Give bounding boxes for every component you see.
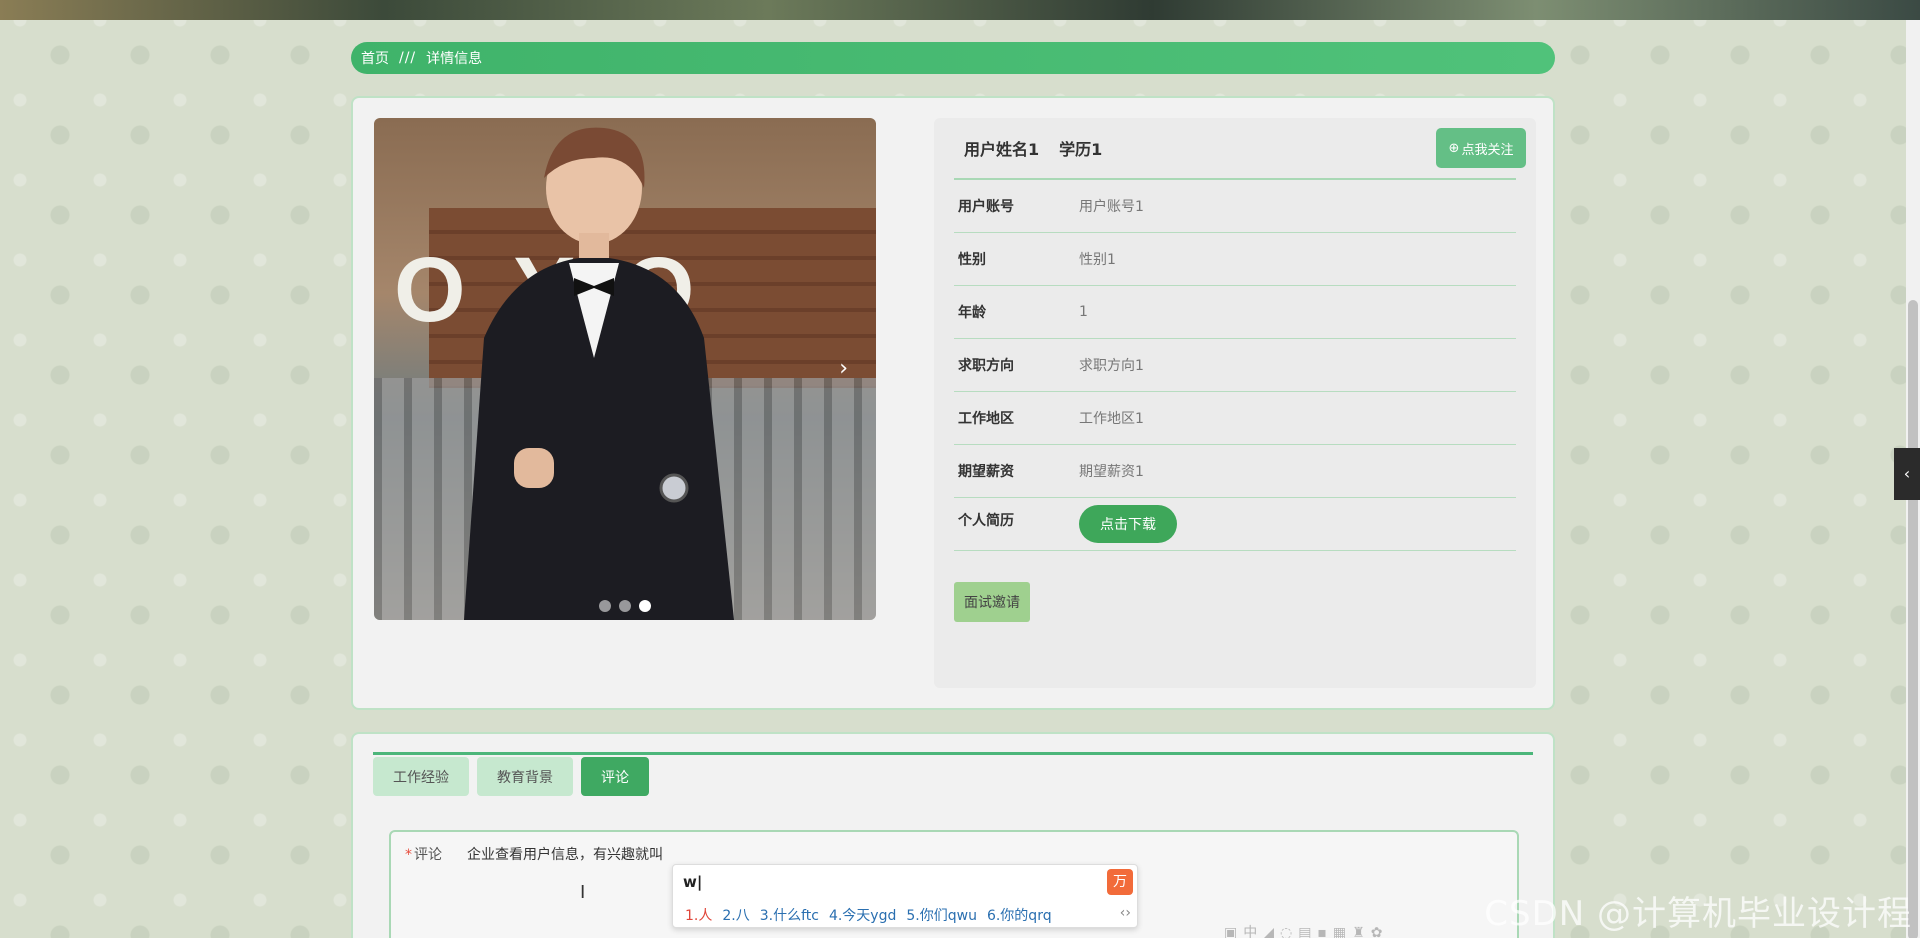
download-resume-button[interactable]: 点击下载 bbox=[1079, 505, 1177, 543]
ime-candidate[interactable]: 3.什么ftc bbox=[760, 905, 819, 925]
profile-photo bbox=[464, 127, 734, 620]
profile-education: 学历1 bbox=[1059, 140, 1103, 159]
info-label: 工作地区 bbox=[958, 411, 1014, 427]
tab-comments[interactable]: 评论 bbox=[581, 757, 649, 796]
info-label: 个人简历 bbox=[958, 513, 1014, 529]
breadcrumb-home-link[interactable]: 首页 bbox=[361, 48, 389, 68]
info-value: 1 bbox=[1079, 304, 1088, 320]
breadcrumb-current: 详情信息 bbox=[426, 51, 483, 67]
breadcrumb: 首页 /// 详情信息 bbox=[351, 42, 1555, 74]
follow-button[interactable]: ⊕ 点我关注 bbox=[1436, 128, 1526, 168]
info-row-job-direction: 求职方向 求职方向1 bbox=[954, 339, 1516, 392]
side-panel-toggle-icon[interactable]: ‹ bbox=[1894, 448, 1920, 500]
ime-logo-icon: 万 bbox=[1107, 869, 1133, 895]
interview-invite-button[interactable]: 面试邀请 bbox=[954, 582, 1030, 622]
info-value: 工作地区1 bbox=[1079, 411, 1144, 427]
ime-toolbar-icons: ▣中◢◌▤▪▦♜✿ bbox=[1224, 925, 1389, 938]
carousel-dots bbox=[599, 600, 651, 612]
watermark: CSDN @计算机毕业设计程 bbox=[1484, 894, 1912, 934]
comment-label-text: 评论 bbox=[414, 847, 442, 863]
info-row-gender: 性别 性别1 bbox=[954, 233, 1516, 286]
ime-candidate-window: w| 万 1.人 2.八 3.什么ftc 4.今天ygd 5.你们qwu 6.你… bbox=[672, 864, 1138, 928]
info-row-age: 年龄 1 bbox=[954, 286, 1516, 339]
comment-label: * 评论 bbox=[405, 844, 442, 864]
ime-candidate[interactable]: 2.八 bbox=[722, 905, 749, 925]
tab-work-experience[interactable]: 工作经验 bbox=[373, 757, 469, 796]
info-label: 性别 bbox=[958, 252, 986, 268]
tab-education[interactable]: 教育背景 bbox=[477, 757, 573, 796]
profile-header: 用户姓名1 学历1 bbox=[954, 118, 1516, 180]
info-value: 求职方向1 bbox=[1079, 358, 1144, 374]
ime-candidate[interactable]: 6.你的qrq bbox=[987, 905, 1052, 925]
info-label: 用户账号 bbox=[958, 199, 1014, 215]
info-row-account: 用户账号 用户账号1 bbox=[954, 180, 1516, 233]
carousel-dot-3[interactable] bbox=[639, 600, 651, 612]
profile-info-panel: 用户姓名1 学历1 ⊕ 点我关注 用户账号 用户账号1 性别 性别1 年龄 1 … bbox=[934, 118, 1536, 688]
info-row-salary: 期望薪资 期望薪资1 bbox=[954, 445, 1516, 498]
plus-circle-icon: ⊕ bbox=[1448, 140, 1460, 156]
ime-composition-text: w| bbox=[683, 873, 703, 891]
breadcrumb-separator: /// bbox=[399, 50, 417, 66]
required-mark: * bbox=[405, 847, 412, 863]
carousel-next-icon[interactable]: › bbox=[839, 356, 848, 381]
scrollbar-thumb[interactable] bbox=[1908, 300, 1918, 938]
ime-candidate[interactable]: 5.你们qwu bbox=[906, 905, 977, 925]
info-label: 期望薪资 bbox=[958, 464, 1014, 480]
ime-candidate[interactable]: 1.人 bbox=[685, 905, 712, 925]
photo-carousel[interactable]: OYO › bbox=[374, 118, 876, 620]
ime-page-nav-icon[interactable]: ‹› bbox=[1120, 905, 1131, 921]
info-label: 年龄 bbox=[958, 305, 986, 321]
top-banner-image bbox=[0, 0, 1920, 20]
info-value: 用户账号1 bbox=[1079, 199, 1144, 215]
info-label: 求职方向 bbox=[958, 358, 1014, 374]
text-cursor-icon: I bbox=[580, 882, 586, 903]
detail-card: OYO › 用户姓名1 学历1 ⊕ 点我关注 用户账号 bbox=[351, 96, 1555, 710]
tab-bar: 工作经验 教育背景 评论 bbox=[373, 752, 1533, 796]
info-row-resume: 个人简历 点击下载 bbox=[954, 498, 1516, 551]
ime-candidate-list: 1.人 2.八 3.什么ftc 4.今天ygd 5.你们qwu 6.你的qrq bbox=[685, 905, 1052, 925]
ime-candidate[interactable]: 4.今天ygd bbox=[829, 905, 896, 925]
carousel-dot-1[interactable] bbox=[599, 600, 611, 612]
info-value: 期望薪资1 bbox=[1079, 464, 1144, 480]
profile-name: 用户姓名1 bbox=[964, 140, 1040, 159]
comment-input[interactable]: 企业查看用户信息，有兴趣就叫 bbox=[467, 844, 663, 864]
info-row-work-area: 工作地区 工作地区1 bbox=[954, 392, 1516, 445]
carousel-dot-2[interactable] bbox=[619, 600, 631, 612]
follow-button-label: 点我关注 bbox=[1461, 142, 1514, 158]
info-value: 性别1 bbox=[1079, 252, 1116, 268]
